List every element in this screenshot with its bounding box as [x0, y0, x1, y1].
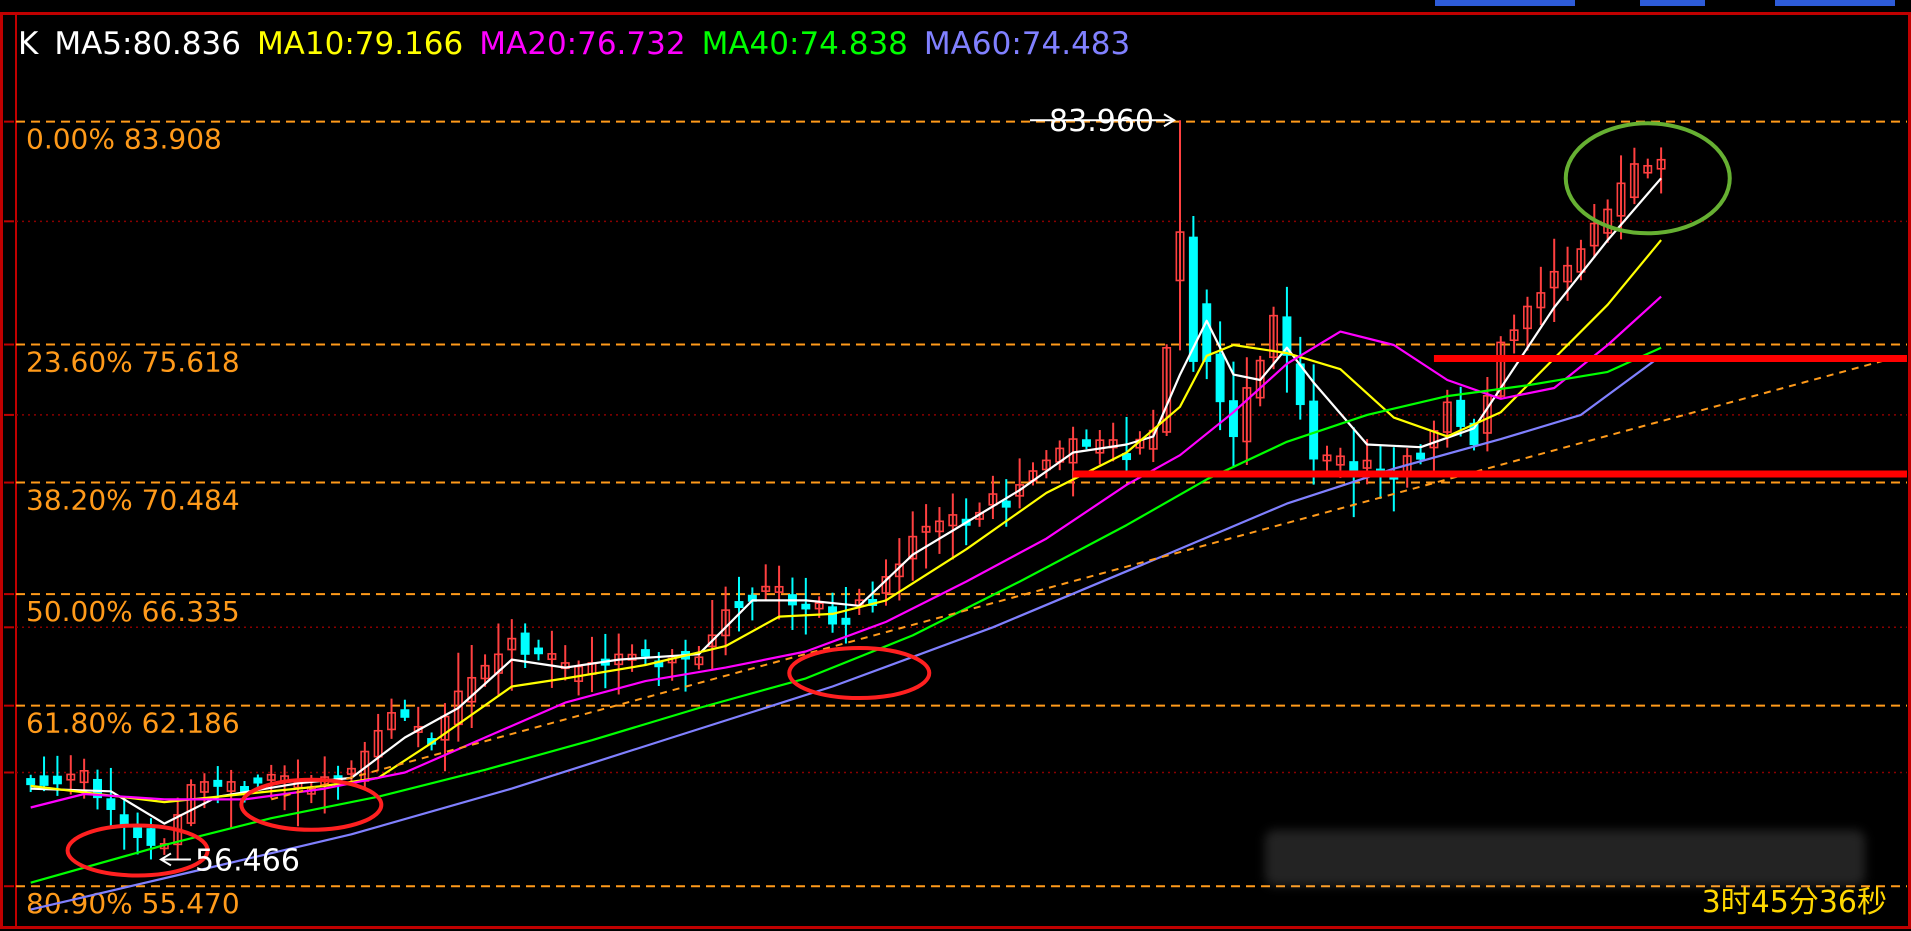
candle-body — [1416, 452, 1426, 460]
fib-level-label: 23.60% 75.618 — [26, 346, 240, 379]
candle-body — [841, 617, 851, 625]
legend-ma5: MA5:80.836 — [54, 26, 241, 62]
candle-body — [213, 779, 223, 787]
high-price-label: 83.960 — [1049, 104, 1154, 139]
tab-indicator[interactable] — [1435, 0, 1575, 6]
candle-body — [1309, 400, 1319, 460]
low-price-label: 56.466 — [195, 843, 300, 878]
candle-body — [400, 709, 410, 718]
tab-indicator[interactable] — [1775, 0, 1895, 6]
legend-k: K — [18, 26, 39, 62]
chart-window: 0.00% 83.908 23.60% 75.618 38.20% 70.484 50… — [0, 0, 1911, 931]
candle-body — [1202, 303, 1212, 362]
candle-body — [106, 798, 116, 810]
legend-ma20: MA20:76.732 — [479, 26, 686, 62]
candle-body — [828, 606, 838, 625]
fib-level-label: 50.00% 66.335 — [26, 595, 240, 628]
candle-body — [133, 827, 143, 839]
candle-body — [39, 775, 49, 786]
candle-body — [1228, 400, 1238, 438]
candlestick-chart[interactable]: 0.00% 83.908 23.60% 75.618 38.20% 70.484 50… — [0, 0, 1911, 931]
countdown-timer: 3时45分36秒 — [1701, 885, 1887, 920]
candle-body — [52, 775, 62, 785]
candle-body — [640, 649, 650, 657]
candle-body — [1349, 461, 1359, 472]
candle-body — [1081, 439, 1091, 447]
candle-body — [520, 632, 530, 655]
fib-level-label: 38.20% 70.484 — [26, 484, 240, 517]
candle-body — [253, 777, 263, 784]
tab-indicator[interactable] — [1640, 0, 1705, 6]
legend-ma60: MA60:74.483 — [923, 26, 1131, 62]
candle-body — [1456, 399, 1466, 427]
candle-body — [734, 601, 744, 609]
fib-level-label: 61.80% 62.186 — [26, 707, 240, 740]
candle-body — [1001, 500, 1011, 508]
fib-level-label: 0.00% 83.908 — [26, 123, 222, 156]
ma-legend: K MA5:80.836 MA10:79.166 MA20:76.732 MA4… — [18, 22, 1130, 66]
candle-body — [534, 647, 544, 655]
candle-body — [146, 828, 156, 846]
candle-body — [26, 778, 36, 786]
legend-ma10: MA10:79.166 — [256, 26, 464, 62]
candle-body — [1215, 353, 1225, 403]
chart-background — [0, 0, 1911, 931]
legend-ma40: MA40:74.838 — [701, 26, 908, 62]
candle-body — [801, 603, 811, 610]
